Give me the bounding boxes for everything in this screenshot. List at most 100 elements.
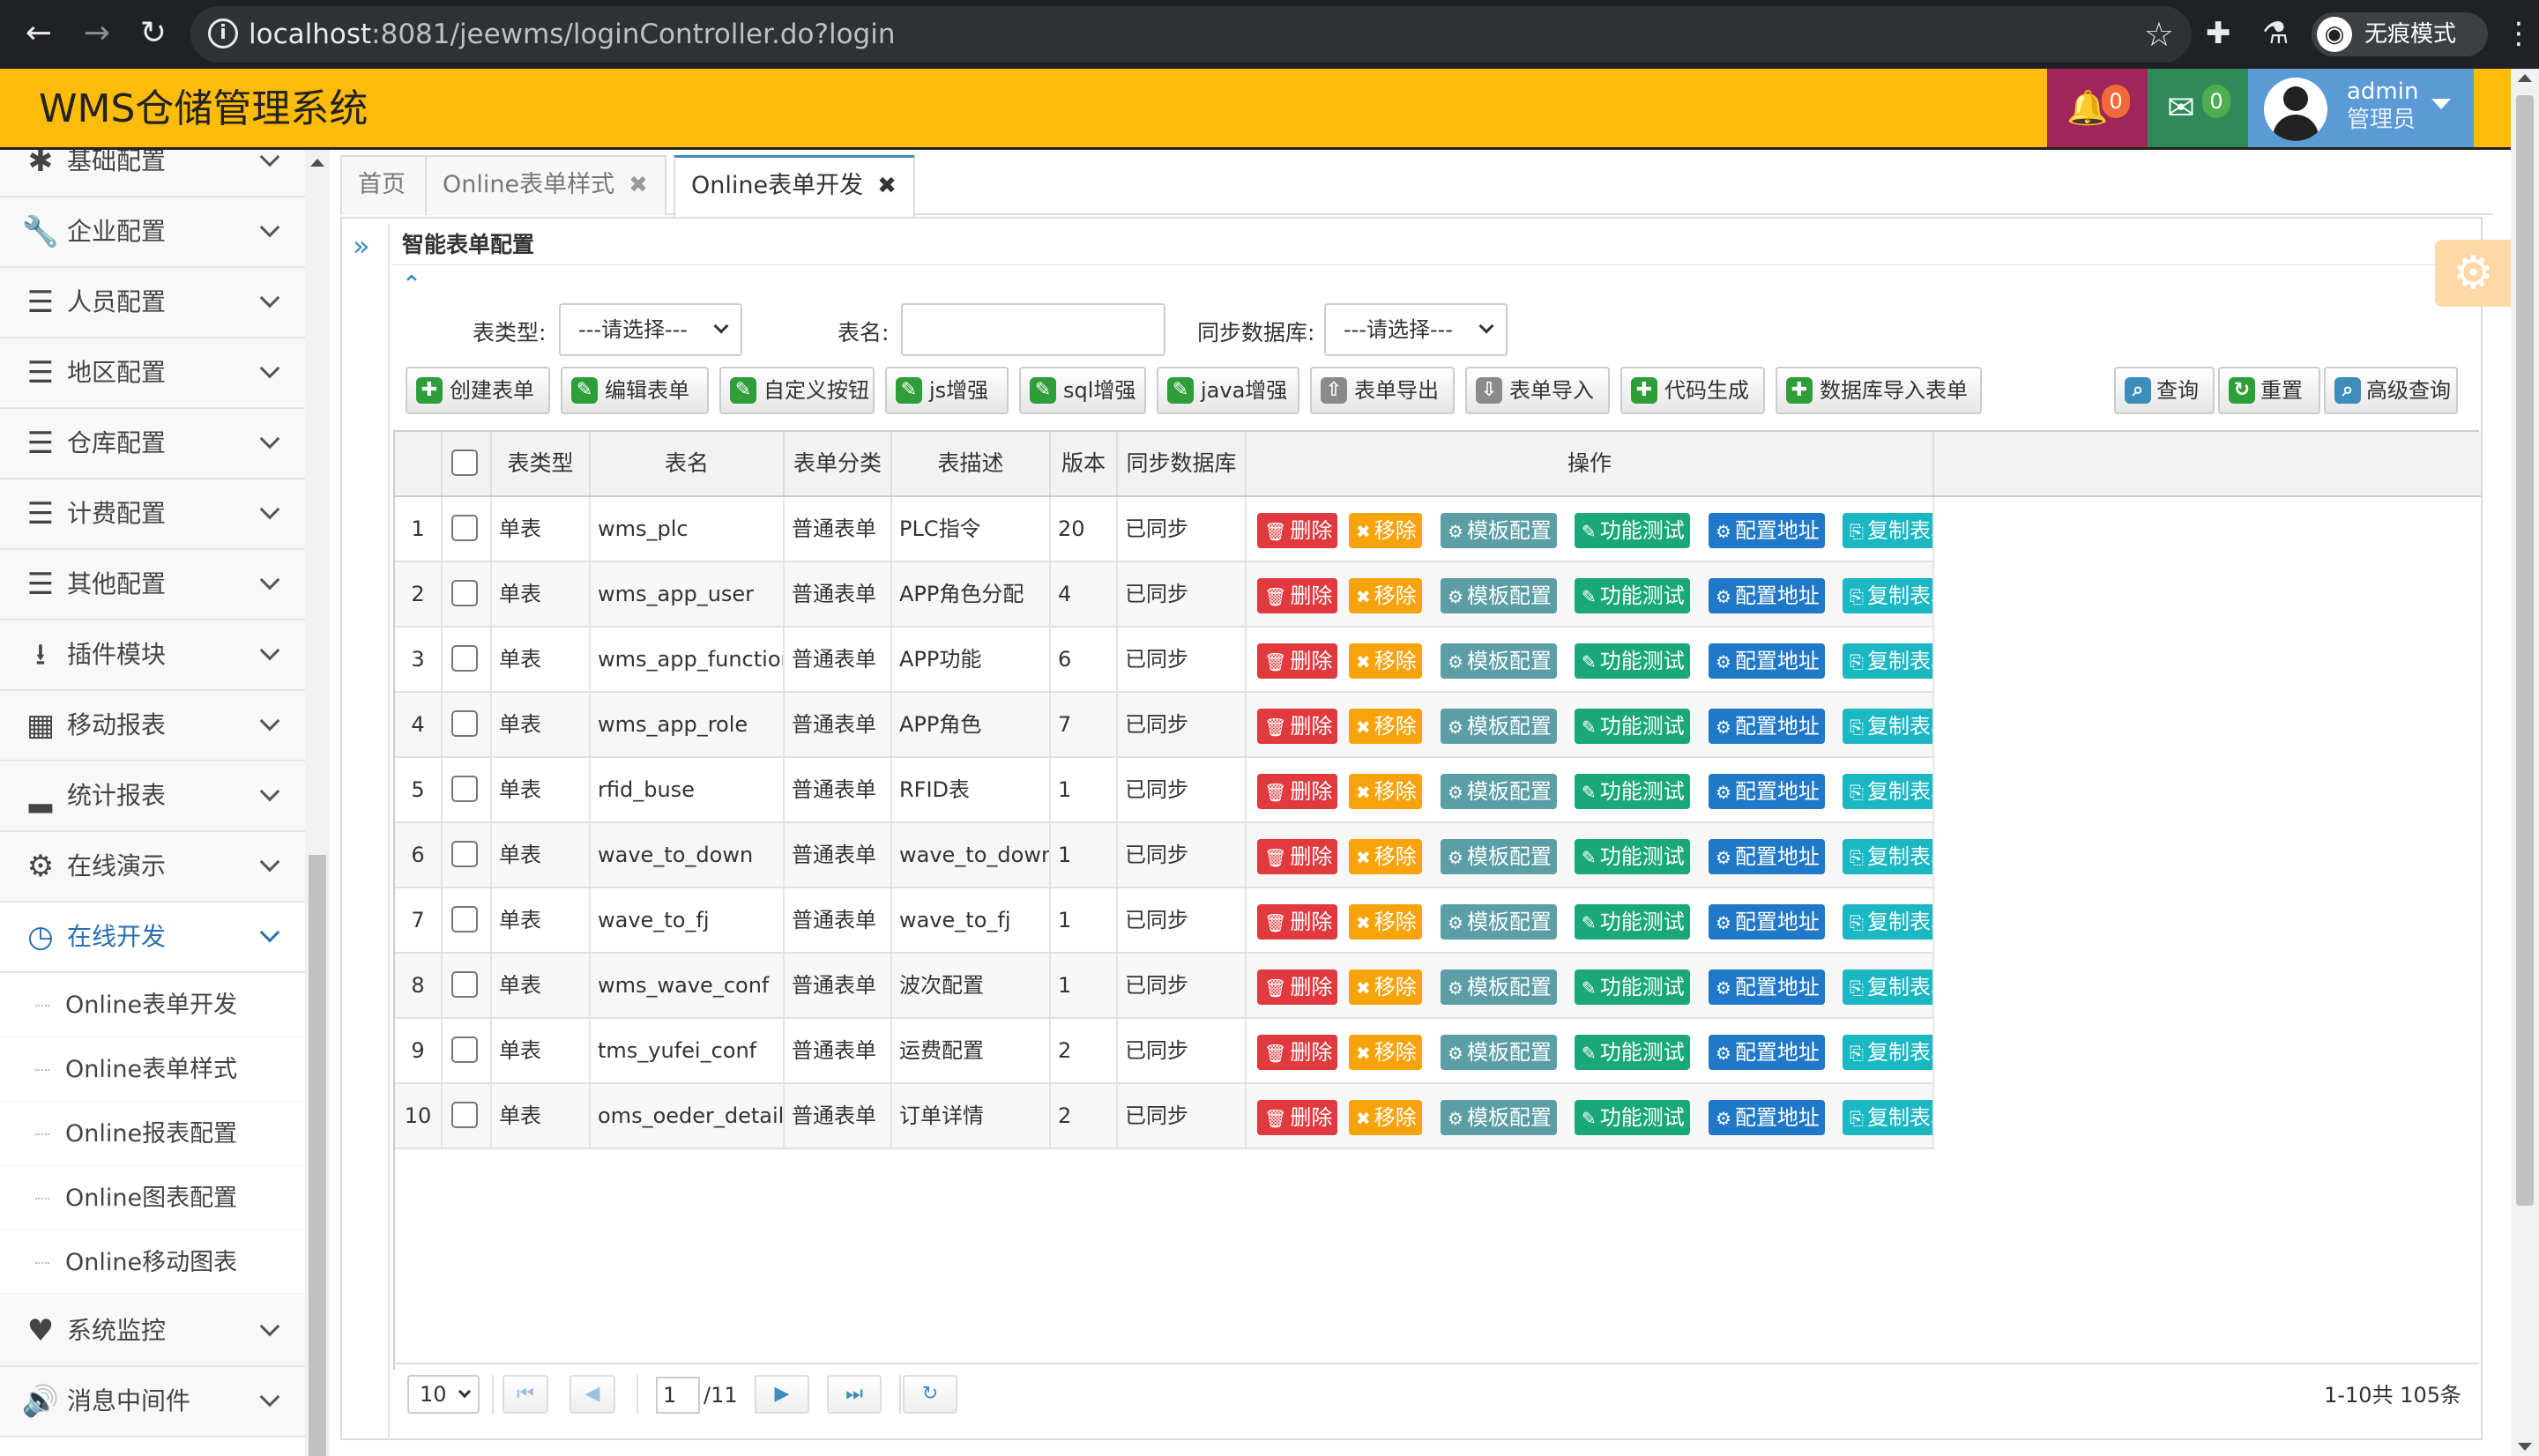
row-checkbox[interactable] — [451, 645, 478, 672]
config-url-button[interactable]: ⚙ 配置地址 — [1709, 643, 1825, 679]
table-row[interactable]: 10 单表 oms_oeder_detail 普通表单 订单详情 2 已同步 🗑 删除 ✖ 移除 ⚙ 模… — [395, 1084, 1934, 1149]
row-checkbox[interactable] — [451, 515, 478, 541]
config-url-button[interactable]: ⚙ 配置地址 — [1709, 578, 1825, 613]
delete-button[interactable]: 🗑 删除 — [1257, 1035, 1338, 1070]
remove-button[interactable]: ✖ 移除 — [1349, 839, 1422, 874]
row-checkbox[interactable] — [451, 841, 478, 867]
function-test-button[interactable]: ✎ 功能测试 — [1575, 904, 1690, 940]
page-scrollbar[interactable] — [2511, 69, 2539, 1456]
settings-button[interactable]: ⚙ — [2435, 240, 2511, 307]
sidebar-item-online-demo[interactable]: ⚙ 在线演示 — [0, 832, 305, 903]
sidebar-item-region-config[interactable]: ☰ 地区配置 — [0, 338, 305, 409]
tab-online-form-dev[interactable]: Online表单开发 ✖ — [674, 155, 915, 217]
remove-button[interactable]: ✖ 移除 — [1349, 969, 1422, 1005]
function-test-button[interactable]: ✎ 功能测试 — [1575, 774, 1690, 809]
col-table-name[interactable]: 表名 — [591, 432, 785, 495]
labs-flask-icon[interactable]: ⚗ — [2262, 12, 2289, 55]
sidebar-item-company-config[interactable]: 🔧 企业配置 — [0, 197, 305, 268]
copy-form-button[interactable]: ⎘复制表单 — [1843, 709, 1932, 744]
row-checkbox[interactable] — [451, 1102, 478, 1128]
sidebar-item-billing-config[interactable]: ☰ 计费配置 — [0, 479, 305, 550]
sync-db-select[interactable]: ---请选择--- — [1324, 303, 1508, 356]
template-config-button[interactable]: ⚙ 模板配置 — [1441, 643, 1557, 679]
export-form-button[interactable]: ⇧ 表单导出 — [1310, 367, 1455, 414]
sidebar-item-warehouse-config[interactable]: ☰ 仓库配置 — [0, 409, 305, 479]
custom-button-button[interactable]: ✎ 自定义按钮 — [719, 367, 875, 414]
sidebar-subitem[interactable]: Online表单开发 — [0, 973, 305, 1037]
row-checkbox[interactable] — [451, 710, 478, 737]
config-url-button[interactable]: ⚙ 配置地址 — [1709, 1100, 1825, 1135]
table-type-select[interactable]: ---请选择--- — [559, 303, 742, 356]
table-row[interactable]: 6 单表 wave_to_down 普通表单 wave_to_down 1 已同步 🗑 删除 ✖ 移… — [395, 823, 1934, 888]
table-row[interactable]: 8 单表 wms_wave_conf 普通表单 波次配置 1 已同步 🗑 删除 ✖ 移除 ⚙ 模板配置 ✎… — [395, 954, 1934, 1019]
sidebar-item-plugin-module[interactable]: ⭳ 插件模块 — [0, 620, 305, 691]
col-table-type[interactable]: 表类型 — [492, 432, 591, 495]
chrome-menu-icon[interactable]: ⋮ — [2504, 12, 2534, 55]
delete-button[interactable]: 🗑 删除 — [1257, 969, 1338, 1005]
messages-button[interactable]: ✉ 0 — [2148, 69, 2248, 147]
delete-button[interactable]: 🗑 删除 — [1257, 774, 1338, 809]
template-config-button[interactable]: ⚙ 模板配置 — [1441, 839, 1557, 874]
delete-button[interactable]: 🗑 删除 — [1257, 578, 1338, 613]
function-test-button[interactable]: ✎ 功能测试 — [1575, 643, 1690, 679]
forward-icon[interactable]: → — [76, 12, 118, 55]
prev-page-button[interactable]: ◀ — [570, 1375, 615, 1414]
table-row[interactable]: 3 单表 wms_app_function 普通表单 APP功能 6 已同步 🗑 删除 ✖ 移除 ⚙ 模… — [395, 628, 1934, 693]
template-config-button[interactable]: ⚙ 模板配置 — [1441, 969, 1557, 1005]
config-url-button[interactable]: ⚙ 配置地址 — [1709, 904, 1825, 940]
delete-button[interactable]: 🗑 删除 — [1257, 839, 1338, 874]
config-url-button[interactable]: ⚙ 配置地址 — [1709, 513, 1825, 548]
template-config-button[interactable]: ⚙ 模板配置 — [1441, 1100, 1557, 1135]
js-enhance-button[interactable]: ✎ js增强 — [885, 367, 1009, 414]
template-config-button[interactable]: ⚙ 模板配置 — [1441, 709, 1557, 744]
collapse-search-icon[interactable]: ⌃ — [402, 271, 421, 298]
close-icon[interactable]: ✖ — [629, 157, 648, 213]
row-checkbox[interactable] — [451, 906, 478, 932]
tab-home[interactable]: 首页 — [340, 155, 427, 215]
close-icon[interactable]: ✖ — [877, 158, 897, 214]
delete-button[interactable]: 🗑 删除 — [1257, 513, 1338, 548]
template-config-button[interactable]: ⚙ 模板配置 — [1441, 1035, 1557, 1070]
double-chevron-right-icon[interactable]: » — [353, 229, 370, 263]
db-import-form-button[interactable]: ✚ 数据库导入表单 — [1776, 367, 1982, 414]
remove-button[interactable]: ✖ 移除 — [1349, 1100, 1422, 1135]
table-name-input[interactable] — [901, 303, 1165, 356]
col-table-desc[interactable]: 表描述 — [892, 432, 1051, 495]
sidebar-item-staff-config[interactable]: ☰ 人员配置 — [0, 268, 305, 338]
site-info-icon[interactable]: i — [208, 19, 238, 48]
incognito-badge[interactable]: ◉ 无痕模式 — [2312, 12, 2488, 56]
next-page-button[interactable]: ▶ — [755, 1375, 809, 1414]
function-test-button[interactable]: ✎ 功能测试 — [1575, 578, 1690, 613]
function-test-button[interactable]: ✎ 功能测试 — [1575, 709, 1690, 744]
row-checkbox[interactable] — [451, 580, 478, 606]
java-enhance-button[interactable]: ✎ java增强 — [1157, 367, 1299, 414]
copy-form-button[interactable]: ⎘复制表单 — [1843, 774, 1932, 809]
config-url-button[interactable]: ⚙ 配置地址 — [1709, 774, 1825, 809]
address-bar[interactable]: i localhost:8081/jeewms/loginController.… — [190, 6, 2192, 63]
copy-form-button[interactable]: ⎘复制表单 — [1843, 904, 1932, 940]
col-form-category[interactable]: 表单分类 — [785, 432, 892, 495]
notifications-button[interactable]: 🔔 0 — [2047, 69, 2148, 147]
first-page-button[interactable]: ⏮ — [503, 1375, 548, 1414]
row-checkbox[interactable] — [451, 971, 478, 998]
page-number-input[interactable]: 1 — [656, 1377, 700, 1414]
extensions-icon[interactable]: ✚ — [2206, 12, 2231, 55]
sidebar-subitem[interactable]: Online表单样式 — [0, 1037, 305, 1102]
table-row[interactable]: 7 单表 wave_to_fj 普通表单 wave_to_fj 1 已同步 🗑 删除 ✖ 移除 ⚙ 模板… — [395, 888, 1934, 954]
sidebar-item-message-middleware[interactable]: 🔊 消息中间件 — [0, 1367, 305, 1437]
reload-icon[interactable]: ↻ — [132, 12, 175, 55]
back-icon[interactable]: ← — [18, 12, 60, 55]
sidebar-item-stats-report[interactable]: ▂ 统计报表 — [0, 761, 305, 832]
expand-panel-strip[interactable]: » — [342, 224, 390, 1440]
copy-form-button[interactable]: ⎘复制表单 — [1843, 513, 1932, 548]
sidebar-item-online-dev[interactable]: ◷ 在线开发 — [0, 903, 305, 973]
table-row[interactable]: 9 单表 tms_yufei_conf 普通表单 运费配置 2 已同步 🗑 删除 ✖ 移除 ⚙ 模板配置… — [395, 1019, 1934, 1084]
user-menu[interactable]: admin 管理员 — [2248, 69, 2474, 147]
delete-button[interactable]: 🗑 删除 — [1257, 643, 1338, 679]
delete-button[interactable]: 🗑 删除 — [1257, 1100, 1338, 1135]
sidebar-item-mobile-report[interactable]: ▦ 移动报表 — [0, 691, 305, 761]
last-page-button[interactable]: ⏭ — [827, 1375, 882, 1414]
template-config-button[interactable]: ⚙ 模板配置 — [1441, 513, 1557, 548]
function-test-button[interactable]: ✎ 功能测试 — [1575, 1100, 1690, 1135]
advanced-search-button[interactable]: ⌕ 高级查询 — [2324, 367, 2458, 414]
